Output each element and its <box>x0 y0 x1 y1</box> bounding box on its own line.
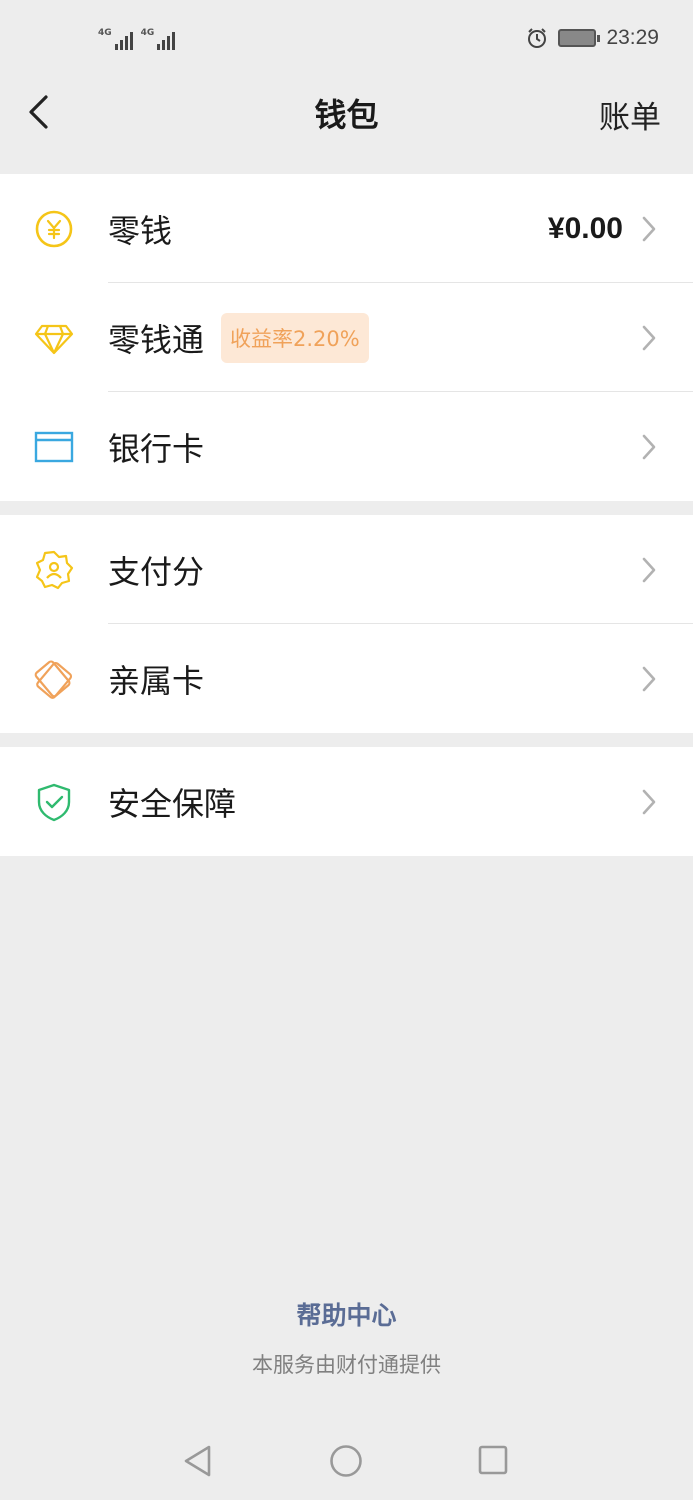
battery-icon <box>558 29 601 47</box>
row-change-plus-label: 零钱通 <box>108 320 205 359</box>
bill-button[interactable]: 账单 <box>599 92 661 137</box>
row-change[interactable]: 零钱 ¥0.00 <box>0 174 693 283</box>
change-balance: ¥0.00 <box>547 211 623 245</box>
row-bank-card-label: 银行卡 <box>108 429 205 468</box>
network-type-2: 4G <box>140 28 155 38</box>
family-card-icon <box>34 659 73 699</box>
chevron-right-icon <box>642 666 656 691</box>
chevron-right-icon <box>642 789 656 814</box>
row-bank-card[interactable]: 银行卡 <box>0 392 693 501</box>
signal-indicators: 4G 4G <box>98 28 176 50</box>
nav-back-triangle-icon[interactable] <box>182 1444 214 1478</box>
row-security[interactable]: 安全保障 <box>0 747 693 856</box>
page-title: 钱包 <box>314 96 379 134</box>
wallet-group-1: 零钱 ¥0.00 零钱通 收益率2.20% 银行卡 <box>0 174 693 501</box>
yuan-coin-icon <box>35 210 73 247</box>
row-family-card-label: 亲属卡 <box>108 661 205 700</box>
status-bar: 4G 4G 23:29 <box>0 0 693 80</box>
chevron-right-icon <box>642 325 656 350</box>
status-time: 23:29 <box>606 26 659 49</box>
provider-note: 本服务由财付通提供 <box>252 1353 441 1377</box>
chevron-right-icon <box>642 216 656 241</box>
shield-check-icon <box>37 783 71 821</box>
row-family-card[interactable]: 亲属卡 <box>0 624 693 733</box>
chevron-right-icon <box>642 557 656 582</box>
alarm-icon <box>528 28 547 48</box>
row-pay-score[interactable]: 支付分 <box>0 515 693 624</box>
chevron-right-icon <box>642 434 656 459</box>
yield-badge: 收益率2.20% <box>221 312 369 363</box>
pay-score-icon <box>35 550 74 589</box>
signal-strength-1-icon: 4G <box>98 28 133 50</box>
nav-recents-square-icon[interactable] <box>477 1444 509 1476</box>
status-right: 23:29 <box>526 26 659 50</box>
wallet-group-2: 支付分 亲属卡 <box>0 515 693 733</box>
wallet-group-3: 安全保障 <box>0 747 693 856</box>
row-change-label: 零钱 <box>108 211 173 250</box>
network-type-1: 4G <box>98 28 112 38</box>
nav-home-circle-icon[interactable] <box>329 1444 363 1478</box>
signal-strength-2-icon: 4G <box>141 28 176 50</box>
row-change-plus[interactable]: 零钱通 收益率2.20% <box>0 283 693 392</box>
row-pay-score-label: 支付分 <box>108 552 205 591</box>
row-security-label: 安全保障 <box>108 784 237 823</box>
nav-bar: 钱包 账单 <box>0 80 693 172</box>
bank-card-icon <box>34 431 74 462</box>
system-nav-bar <box>0 1430 693 1500</box>
help-center-link[interactable]: 帮助中心 <box>0 1296 693 1332</box>
diamond-icon <box>34 324 74 354</box>
